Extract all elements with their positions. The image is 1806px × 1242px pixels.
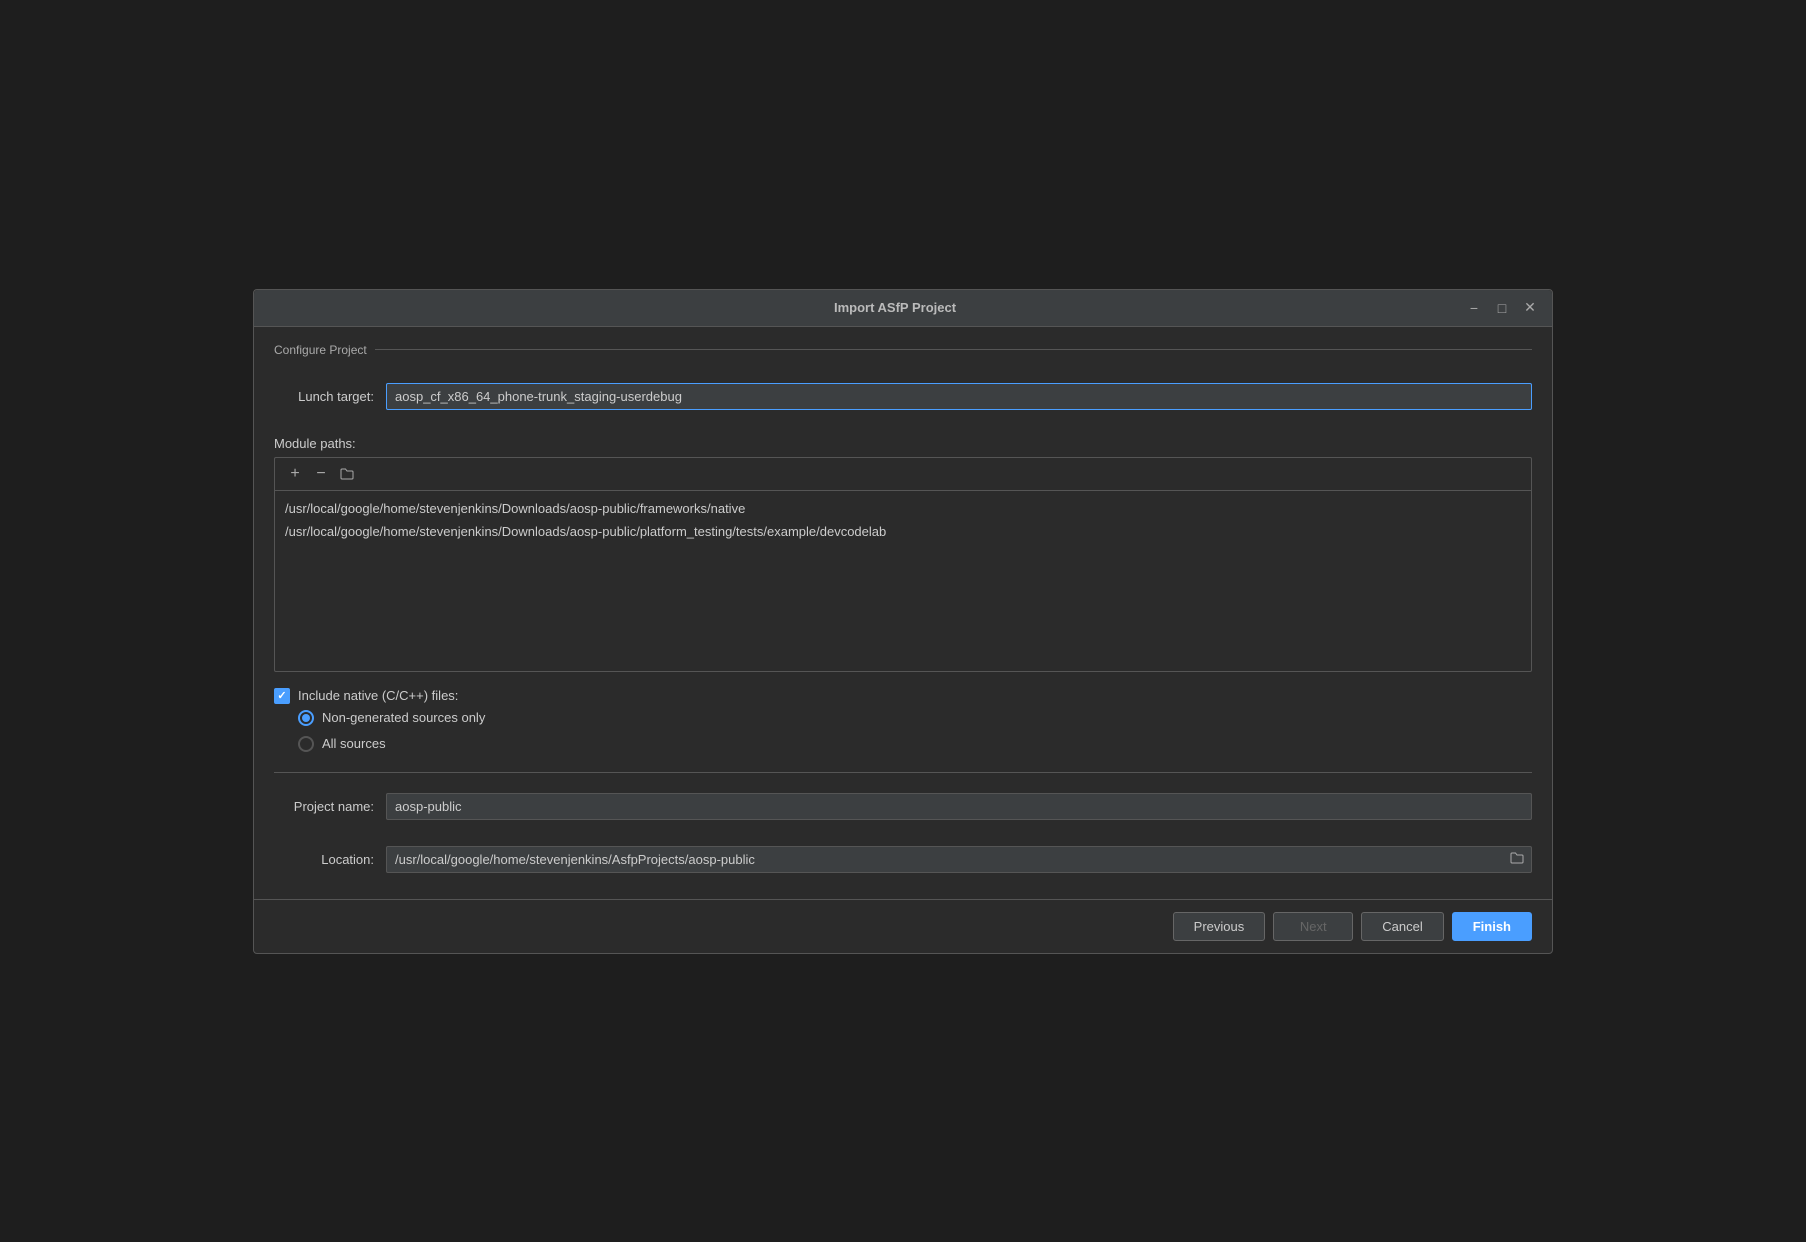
location-browse-button[interactable]	[1506, 851, 1528, 867]
location-row: Location:	[274, 846, 1532, 873]
cancel-button[interactable]: Cancel	[1361, 912, 1443, 941]
lunch-target-input[interactable]	[386, 383, 1532, 410]
configure-project-label: Configure Project	[274, 343, 367, 357]
list-item: /usr/local/google/home/stevenjenkins/Dow…	[285, 499, 1521, 518]
radio-non-generated-label: Non-generated sources only	[322, 710, 485, 725]
radio-group: Non-generated sources only All sources	[298, 710, 1532, 752]
location-label: Location:	[274, 852, 374, 867]
divider	[274, 772, 1532, 773]
restore-button[interactable]: □	[1492, 298, 1512, 318]
module-paths-section: Module paths: + − /usr/local/google/home…	[274, 436, 1532, 672]
module-paths-label: Module paths:	[274, 436, 1532, 451]
include-native-section: ✓ Include native (C/C++) files: Non-gene…	[274, 688, 1532, 752]
module-paths-toolbar: + −	[275, 458, 1531, 491]
module-paths-list: /usr/local/google/home/stevenjenkins/Dow…	[275, 491, 1531, 671]
minimize-button[interactable]: −	[1464, 298, 1484, 318]
dialog-body: Configure Project Lunch target: Module p…	[254, 327, 1552, 899]
title-controls: − □ ✕	[1464, 298, 1540, 318]
folder-icon	[340, 468, 354, 480]
remove-path-button[interactable]: −	[309, 462, 333, 486]
previous-button[interactable]: Previous	[1173, 912, 1266, 941]
project-name-input[interactable]	[386, 793, 1532, 820]
lunch-target-label: Lunch target:	[274, 389, 374, 404]
radio-all-sources-label: All sources	[322, 736, 386, 751]
project-name-row: Project name:	[274, 793, 1532, 820]
browse-path-button[interactable]	[335, 462, 359, 486]
location-input[interactable]	[386, 846, 1532, 873]
radio-non-generated[interactable]	[298, 710, 314, 726]
project-name-label: Project name:	[274, 799, 374, 814]
dialog-footer: Previous Next Cancel Finish	[254, 899, 1552, 953]
finish-button[interactable]: Finish	[1452, 912, 1532, 941]
location-folder-icon	[1510, 852, 1524, 864]
dialog-title: Import ASfP Project	[834, 300, 956, 315]
radio-all-sources-row[interactable]: All sources	[298, 736, 1532, 752]
radio-non-generated-row[interactable]: Non-generated sources only	[298, 710, 1532, 726]
close-button[interactable]: ✕	[1520, 298, 1540, 318]
title-bar: Import ASfP Project − □ ✕	[254, 290, 1552, 327]
next-button[interactable]: Next	[1273, 912, 1353, 941]
add-path-button[interactable]: +	[283, 462, 307, 486]
list-item: /usr/local/google/home/stevenjenkins/Dow…	[285, 522, 1521, 541]
location-input-wrapper	[386, 846, 1532, 873]
include-native-label: Include native (C/C++) files:	[298, 688, 458, 703]
module-paths-container: + − /usr/local/google/home/stevenjenkins…	[274, 457, 1532, 672]
import-dialog: Import ASfP Project − □ ✕ Configure Proj…	[253, 289, 1553, 954]
section-header: Configure Project	[274, 343, 1532, 357]
lunch-target-row: Lunch target:	[274, 383, 1532, 410]
include-native-row: ✓ Include native (C/C++) files:	[274, 688, 1532, 704]
include-native-checkbox[interactable]: ✓	[274, 688, 290, 704]
radio-all-sources[interactable]	[298, 736, 314, 752]
checkmark-icon: ✓	[277, 689, 286, 702]
